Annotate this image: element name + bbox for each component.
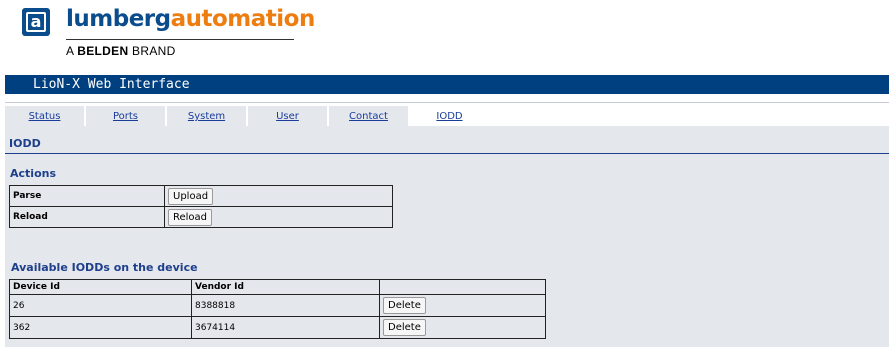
tab-ports[interactable]: Ports (86, 106, 165, 126)
vendor-id-cell: 8388818 (191, 294, 380, 317)
app-title-bar: LioN-X Web Interface (5, 75, 889, 94)
device-id-cell: 26 (9, 294, 192, 317)
brand-name: lumbergautomation (66, 6, 315, 32)
actions-table: Parse Upload Reload Reload (9, 185, 393, 228)
vendor-id-cell: 3674114 (191, 316, 380, 339)
tab-divider (5, 102, 889, 103)
action-header (379, 279, 546, 295)
iodd-table: Device Id Vendor Id 26 8388818 Delete 36… (9, 279, 546, 339)
device-id-cell: 362 (9, 316, 192, 339)
tab-iodd[interactable]: IODD (410, 106, 489, 126)
reload-label: Reload (9, 206, 165, 228)
tab-status[interactable]: Status (5, 106, 84, 126)
parse-cell: Upload (164, 185, 393, 207)
brand-name-part1: lumberg (66, 6, 171, 32)
action-cell: Delete (379, 294, 546, 317)
reload-cell: Reload (164, 206, 393, 228)
brand-name-part2: automation (170, 6, 316, 32)
table-row: Reload Reload (9, 206, 393, 228)
brand-divider (66, 39, 294, 40)
logo-icon: a (22, 8, 50, 36)
table-header-row: Device Id Vendor Id (9, 279, 546, 295)
content-panel: IODD Actions Parse Upload Reload Reload … (5, 126, 889, 347)
brand-tagline: A BELDEN BRAND (66, 44, 176, 58)
table-row: 26 8388818 Delete (9, 294, 546, 317)
tab-system[interactable]: System (167, 106, 246, 126)
actions-heading: Actions (10, 167, 56, 180)
title-divider (5, 153, 889, 154)
page-title: IODD (9, 137, 41, 150)
action-cell: Delete (379, 316, 546, 339)
reload-button[interactable]: Reload (168, 208, 213, 226)
upload-button[interactable]: Upload (168, 187, 214, 205)
vendor-id-header: Vendor Id (191, 279, 380, 295)
device-id-header: Device Id (9, 279, 192, 295)
tab-bar: Status Ports System User Contact IODD (5, 106, 491, 126)
tab-user[interactable]: User (248, 106, 327, 126)
table-row: Parse Upload (9, 185, 393, 207)
delete-button[interactable]: Delete (383, 297, 426, 314)
iodd-list-heading: Available IODDs on the device (11, 261, 198, 274)
delete-button[interactable]: Delete (383, 319, 426, 336)
table-row: 362 3674114 Delete (9, 316, 546, 339)
parse-label: Parse (9, 185, 165, 207)
tab-contact[interactable]: Contact (329, 106, 408, 126)
brand-logo: a lumbergautomation A BELDEN BRAND (22, 6, 315, 62)
